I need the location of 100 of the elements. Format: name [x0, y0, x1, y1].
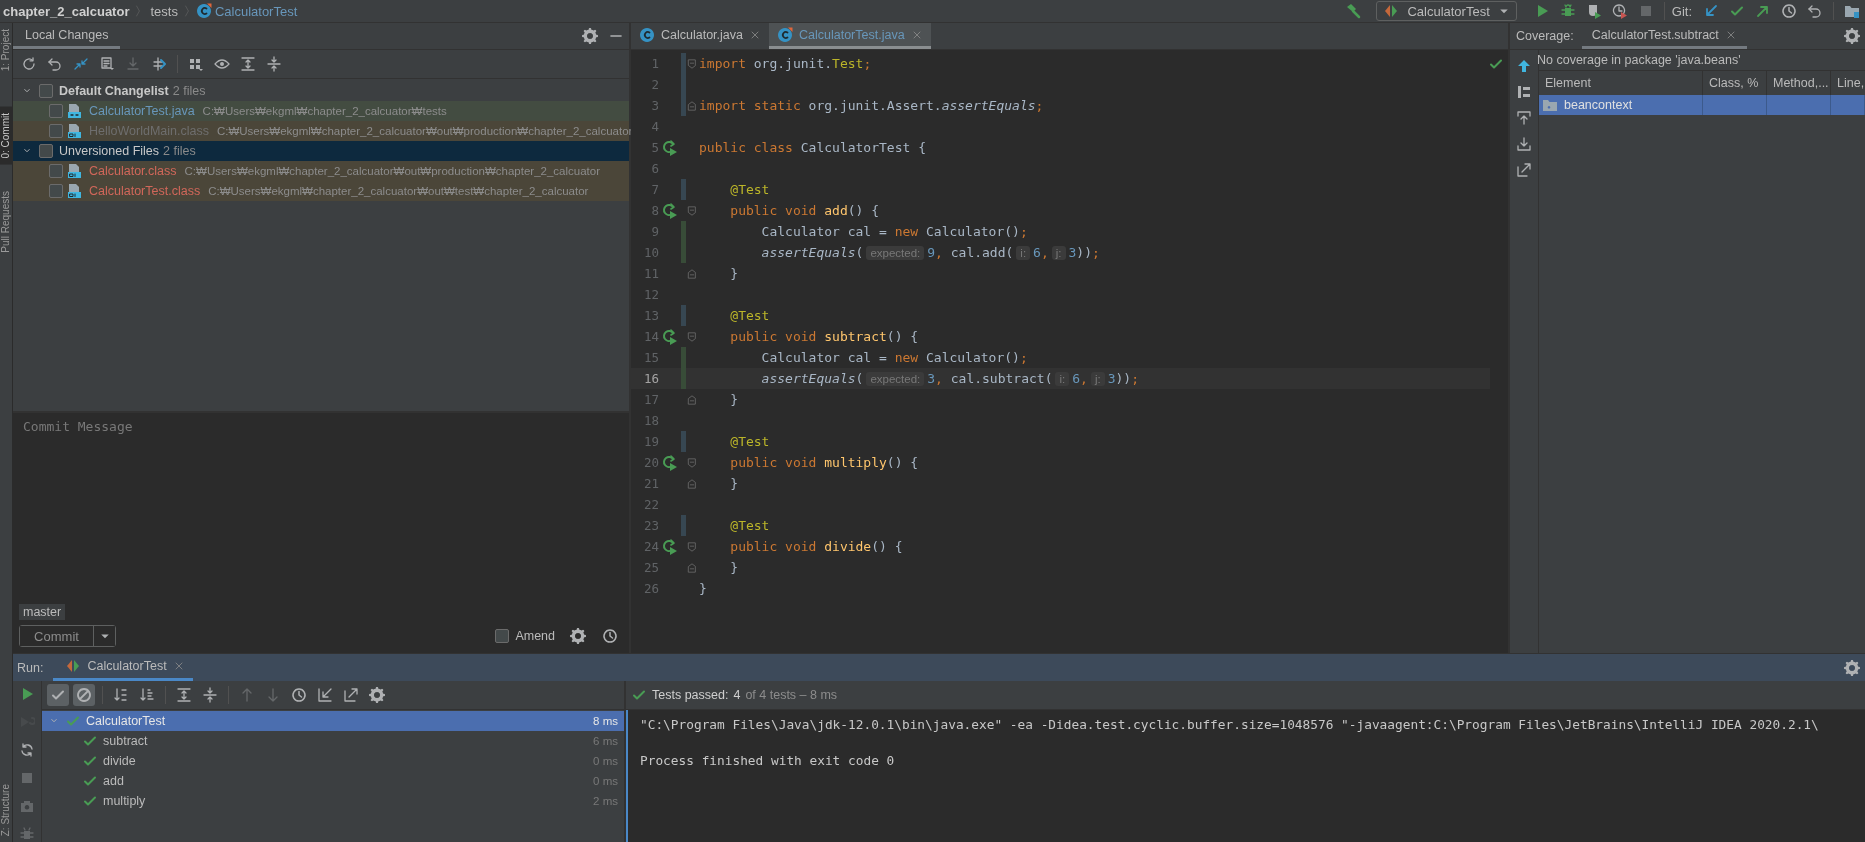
down-arrow-bar-icon[interactable] — [1516, 136, 1532, 152]
table-row[interactable]: beancontext — [1539, 95, 1865, 115]
up-right-arrow-icon[interactable] — [1755, 3, 1771, 19]
line-number: 4 — [650, 119, 659, 134]
changelist-row[interactable]: Default Changelist 2 files — [13, 81, 629, 101]
checkbox[interactable] — [49, 164, 63, 178]
fold-icon[interactable] — [687, 477, 697, 490]
eye-icon[interactable] — [214, 56, 230, 72]
settings-icon[interactable] — [582, 28, 598, 44]
code-line: Calculator cal = new Calculator(); — [760, 350, 1028, 365]
line-number: 23 — [642, 518, 659, 533]
file-count: 2 files — [163, 144, 196, 158]
code-line: } — [699, 581, 707, 596]
list-icon[interactable] — [99, 56, 115, 72]
stop-circle-button[interactable] — [73, 684, 95, 706]
folder-icon[interactable] — [1844, 3, 1860, 19]
run-test-icon[interactable] — [662, 202, 678, 219]
checkbox[interactable] — [39, 144, 53, 158]
down-left-arrow-icon[interactable] — [1703, 3, 1719, 19]
file-row[interactable]: Calculator.class C:₩Users₩ekgml₩chapter_2_calcuator₩out₩production₩chapter_2_calcuator — [13, 161, 629, 181]
bug-icon[interactable] — [1559, 3, 1576, 19]
checkbox[interactable] — [49, 184, 63, 198]
run-test-icon[interactable] — [662, 538, 678, 555]
file-name: Calculator.class — [89, 164, 177, 178]
settings-icon[interactable] — [1844, 659, 1860, 676]
sync-icon[interactable] — [19, 742, 35, 758]
collapse-all-icon[interactable] — [266, 56, 282, 72]
tool-window-tab[interactable]: 1: Project — [0, 23, 12, 78]
fold-icon[interactable] — [687, 330, 697, 343]
amend-checkbox[interactable] — [495, 629, 510, 643]
expand-all-icon[interactable] — [240, 56, 256, 72]
changelist-row[interactable]: Unversioned Files 2 files — [13, 141, 629, 161]
file-row[interactable]: CalculatorTest.class C:₩Users₩ekgml₩chapter_2_calcuator₩out₩test₩chapter_2_calcuator — [13, 181, 629, 201]
grid-icon[interactable] — [188, 56, 204, 72]
coverage-tab[interactable]: CalculatorTest.subtract — [1581, 23, 1747, 49]
file-row[interactable]: CalculatorTest.java C:₩Users₩ekgml₩chapter_2_calcuator₩tests — [13, 101, 629, 121]
sort-lines-icon — [139, 687, 155, 703]
check-button[interactable] — [47, 684, 69, 706]
clock-icon — [291, 687, 307, 703]
tool-window-tab[interactable]: Z: Structure — [0, 777, 12, 842]
line-number: 5 — [650, 140, 659, 155]
commit-options-button[interactable] — [93, 626, 115, 646]
up-arrow-bar-icon[interactable] — [1516, 110, 1532, 126]
line-number: 26 — [642, 581, 659, 596]
tab-title: CalculatorTest.java — [799, 27, 905, 42]
undo-icon[interactable] — [1807, 3, 1823, 19]
checkbox[interactable] — [39, 84, 53, 98]
code-line: } — [729, 392, 739, 407]
line-number: 6 — [650, 161, 659, 176]
arrows-icon[interactable] — [151, 56, 167, 72]
tool-window-tab[interactable]: 0: Commit — [0, 107, 12, 165]
file-icon — [67, 163, 83, 179]
fold-icon[interactable] — [687, 57, 697, 70]
settings-icon[interactable] — [570, 628, 586, 644]
tool-window-tab[interactable]: Pull Requests — [0, 184, 12, 259]
hammer-icon[interactable] — [1345, 3, 1362, 19]
fold-icon[interactable] — [687, 456, 697, 469]
code-line: public void multiply() { — [729, 455, 919, 470]
tab-title: Calculator.java — [661, 27, 743, 42]
refresh-icon[interactable] — [21, 56, 37, 72]
editor-tab[interactable]: Calculator.java — [631, 23, 769, 49]
run-test-icon[interactable] — [662, 139, 678, 156]
fold-icon[interactable] — [687, 204, 697, 217]
commit-message-field[interactable]: Commit Message — [13, 413, 629, 604]
breadcrumb[interactable]: CalculatorTest — [214, 3, 298, 19]
local-changes-tab[interactable]: Local Changes — [13, 23, 121, 49]
console-line: Process finished with exit code 0 — [640, 752, 896, 770]
clock-play-icon[interactable] — [1611, 3, 1628, 19]
status-detail: of 4 tests – 8 ms — [745, 688, 838, 702]
clock-icon[interactable] — [1781, 3, 1797, 19]
branch-tag: master — [19, 604, 66, 620]
line-number: 17 — [642, 392, 659, 407]
breadcrumb[interactable]: tests — [150, 3, 178, 19]
up-arrow-icon[interactable] — [1516, 58, 1532, 74]
line-number: 22 — [642, 497, 659, 512]
diff-arrows-icon[interactable] — [73, 56, 89, 72]
run-config-dropdown[interactable]: CalculatorTest — [1376, 1, 1517, 21]
line-number: 25 — [642, 560, 659, 575]
run-test-icon[interactable] — [662, 454, 678, 471]
column-header[interactable]: Line, — [1831, 71, 1865, 95]
fold-icon[interactable] — [687, 267, 697, 280]
settings-button[interactable] — [366, 684, 388, 706]
settings-icon[interactable] — [1844, 28, 1860, 44]
breadcrumb[interactable]: chapter_2_calcuator — [3, 3, 130, 19]
file-count: 2 files — [172, 84, 206, 98]
external-link-icon[interactable] — [1516, 162, 1532, 178]
clock-icon[interactable] — [602, 628, 618, 644]
tree-icon[interactable] — [1516, 84, 1532, 100]
fold-icon[interactable] — [687, 99, 697, 112]
export-icon — [343, 687, 359, 703]
fold-icon[interactable] — [687, 561, 697, 574]
fold-icon[interactable] — [687, 540, 697, 553]
fold-icon[interactable] — [687, 393, 697, 406]
file-path: C:₩Users₩ekgml₩chapter_2_calcuator₩out₩production₩chapter_2_calcuator — [184, 165, 600, 177]
checkbox[interactable] — [49, 124, 63, 138]
test-row[interactable]: CalculatorTest 8 ms — [42, 711, 624, 731]
checkbox[interactable] — [49, 104, 63, 118]
run-tab[interactable]: CalculatorTest — [53, 654, 193, 681]
run-test-icon[interactable] — [662, 328, 678, 345]
undo-icon[interactable] — [47, 56, 63, 72]
